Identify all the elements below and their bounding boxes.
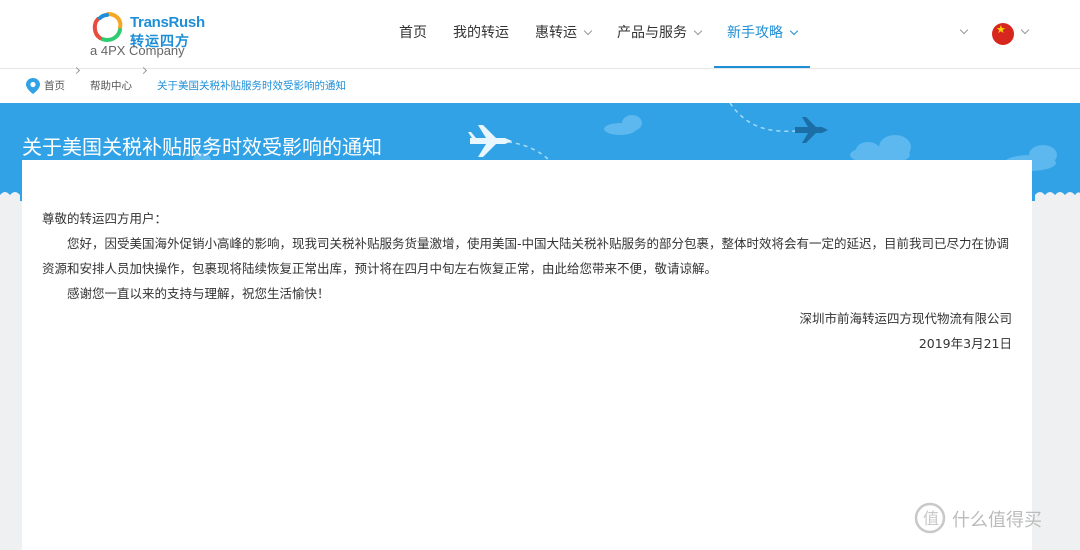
user-menu-chevron-icon[interactable] xyxy=(959,25,969,35)
brand-logo[interactable]: TransRush 转运四方 a 4PX Company xyxy=(88,6,228,62)
nav-item-label: 首页 xyxy=(399,25,427,41)
airplane-icon xyxy=(468,125,512,157)
notice-card: 尊敬的转运四方用户： 您好，因受美国海外促销小高峰的影响，现我司关税补贴服务货量… xyxy=(22,160,1032,550)
letter-date: 2019年3月21日 xyxy=(918,336,1012,351)
letter-closing: 感谢您一直以来的支持与理解，祝您生活愉快！ xyxy=(67,286,330,301)
nav-item-beginner-guide[interactable]: 新手攻略 xyxy=(714,0,810,68)
brand-name-en: TransRush xyxy=(130,14,205,31)
letter-signature: 深圳市前海转运四方现代物流有限公司 xyxy=(799,311,1012,326)
svg-text:值: 值 xyxy=(923,509,939,528)
location-pin-icon xyxy=(26,78,40,94)
nav-item-products[interactable]: 产品与服务 xyxy=(604,0,714,68)
chevron-right-icon xyxy=(72,66,81,75)
nav-item-label: 惠转运 xyxy=(535,25,577,41)
breadcrumb: 首页 帮助中心 关于美国关税补贴服务时效受影响的通知 xyxy=(0,66,1080,103)
watermark-text: 什么值得买 xyxy=(952,510,1042,531)
nav-item-label: 我的转运 xyxy=(453,25,509,41)
nav-item-my-transit[interactable]: 我的转运 xyxy=(440,0,522,68)
brand-tagline: a 4PX Company xyxy=(90,43,185,58)
chevron-down-icon xyxy=(583,26,593,36)
language-chevron-icon[interactable] xyxy=(1020,25,1030,35)
breadcrumb-help-center[interactable]: 帮助中心 xyxy=(90,69,132,103)
airplane-icon xyxy=(795,117,828,143)
chevron-right-icon xyxy=(139,66,148,75)
nav-item-label: 新手攻略 xyxy=(727,25,783,41)
page-title: 关于美国关税补贴服务时效受影响的通知 xyxy=(22,135,382,159)
site-header: TransRush 转运四方 a 4PX Company 首页 我的转运 惠转运… xyxy=(0,0,1080,69)
notice-letter: 尊敬的转运四方用户： 您好，因受美国海外促销小高峰的影响，现我司关税补贴服务货量… xyxy=(42,206,1012,356)
letter-salutation: 尊敬的转运四方用户： xyxy=(42,211,168,226)
breadcrumb-home[interactable]: 首页 xyxy=(44,69,65,103)
nav-item-deals[interactable]: 惠转运 xyxy=(522,0,604,68)
letter-body: 您好，因受美国海外促销小高峰的影响，现我司关税补贴服务货量激增，使用美国-中国大… xyxy=(42,236,1010,276)
watermark-logo-icon: 值 xyxy=(914,502,946,534)
nav-item-home[interactable]: 首页 xyxy=(386,0,440,68)
chevron-down-icon xyxy=(693,26,703,36)
logo-mark-icon xyxy=(92,12,123,42)
chevron-down-icon xyxy=(789,26,799,36)
nav-item-label: 产品与服务 xyxy=(617,25,687,41)
main-nav: 首页 我的转运 惠转运 产品与服务 新手攻略 xyxy=(386,0,810,68)
flag-cn-icon[interactable]: ★ xyxy=(992,23,1014,45)
breadcrumb-current: 关于美国关税补贴服务时效受影响的通知 xyxy=(157,80,346,92)
watermark: 值 什么值得买 xyxy=(910,498,1070,538)
